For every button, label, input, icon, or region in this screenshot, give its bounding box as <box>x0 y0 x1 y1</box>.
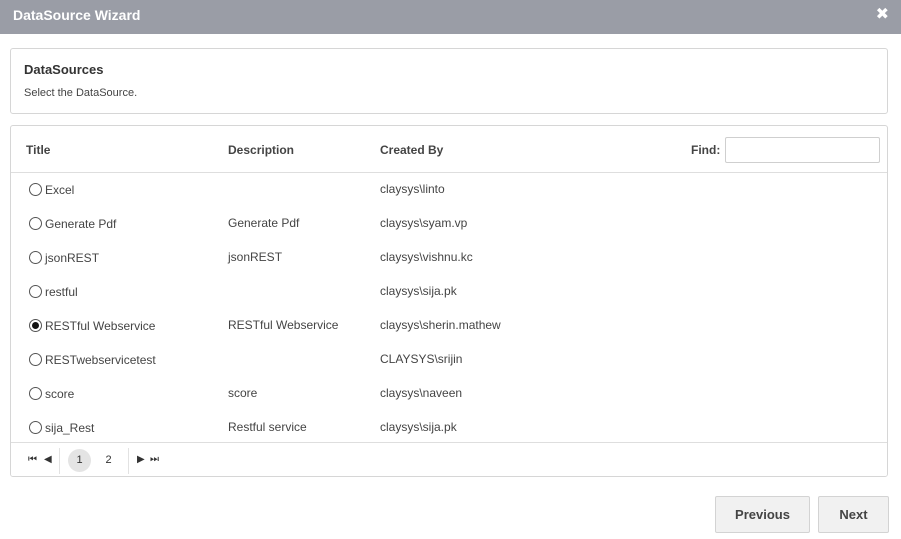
row-created-by: CLAYSYS\srijin <box>380 352 463 366</box>
column-header-created-by[interactable]: Created By <box>380 143 443 157</box>
datasources-info-panel: DataSources Select the DataSource. <box>10 48 888 114</box>
previous-button[interactable]: Previous <box>715 496 810 533</box>
pager-divider <box>128 448 129 474</box>
next-page-icon[interactable]: ▶ <box>137 454 145 466</box>
find-input[interactable] <box>725 137 880 163</box>
section-heading: DataSources <box>24 62 104 77</box>
datasource-grid: Title Description Created By Find: Excel… <box>10 125 888 477</box>
last-page-icon[interactable]: ⏭ <box>150 454 159 466</box>
row-created-by: claysys\sija.pk <box>380 284 457 298</box>
first-page-icon[interactable]: ⏮ <box>28 454 37 466</box>
row-description: score <box>228 386 258 400</box>
row-created-by: claysys\linto <box>380 182 445 196</box>
grid-header: Title Description Created By Find: <box>11 126 887 173</box>
row-radio-selected[interactable] <box>29 319 42 332</box>
row-created-by: claysys\vishnu.kc <box>380 250 473 264</box>
row-title: Excel <box>45 183 75 197</box>
row-title: score <box>45 387 75 401</box>
window-title: DataSource Wizard <box>13 7 141 23</box>
row-radio[interactable] <box>29 183 42 196</box>
title-bar: DataSource Wizard ✖ <box>0 0 901 34</box>
row-description: jsonREST <box>228 250 283 264</box>
row-title: restful <box>45 285 78 299</box>
row-radio[interactable] <box>29 217 42 230</box>
row-description: Generate Pdf <box>228 216 300 230</box>
row-title: jsonREST <box>45 251 100 265</box>
row-radio[interactable] <box>29 387 42 400</box>
column-header-title[interactable]: Title <box>26 143 50 157</box>
close-icon[interactable]: ✖ <box>876 6 889 24</box>
table-row[interactable]: RESTful Webservice RESTful Webservice cl… <box>11 309 887 343</box>
table-row[interactable]: jsonREST jsonREST claysys\vishnu.kc <box>11 241 887 275</box>
row-radio[interactable] <box>29 353 42 366</box>
table-row[interactable]: sija_Rest Restful service claysys\sija.p… <box>11 411 887 445</box>
row-created-by: claysys\syam.vp <box>380 216 468 230</box>
grid-rows: Excel claysys\linto Generate Pdf Generat… <box>11 173 887 445</box>
table-row[interactable]: restful claysys\sija.pk <box>11 275 887 309</box>
table-row[interactable]: Generate Pdf Generate Pdf claysys\syam.v… <box>11 207 887 241</box>
page-number-2[interactable]: 2 <box>97 449 120 472</box>
previous-page-icon[interactable]: ◀ <box>44 454 52 466</box>
row-radio[interactable] <box>29 421 42 434</box>
row-radio[interactable] <box>29 285 42 298</box>
column-header-description[interactable]: Description <box>228 143 294 157</box>
row-title: Generate Pdf <box>45 217 117 231</box>
pager-divider <box>59 448 60 474</box>
row-created-by: claysys\sherin.mathew <box>380 318 501 332</box>
next-button[interactable]: Next <box>818 496 889 533</box>
row-radio[interactable] <box>29 251 42 264</box>
row-created-by: claysys\sija.pk <box>380 420 457 434</box>
table-row[interactable]: score score claysys\naveen <box>11 377 887 411</box>
table-row[interactable]: Excel claysys\linto <box>11 173 887 207</box>
row-description: RESTful Webservice <box>228 318 339 332</box>
section-subtitle: Select the DataSource. <box>24 87 138 99</box>
row-title: RESTwebservicetest <box>45 353 156 367</box>
page-number-1[interactable]: 1 <box>68 449 91 472</box>
row-title: sija_Rest <box>45 421 95 435</box>
find-label: Find: <box>691 143 721 157</box>
table-row[interactable]: RESTwebservicetest CLAYSYS\srijin <box>11 343 887 377</box>
pager: ⏮ ◀ 1 2 ▶ ⏭ <box>11 442 887 476</box>
row-created-by: claysys\naveen <box>380 386 463 400</box>
row-title: RESTful Webservice <box>45 319 156 333</box>
row-description: Restful service <box>228 420 307 434</box>
